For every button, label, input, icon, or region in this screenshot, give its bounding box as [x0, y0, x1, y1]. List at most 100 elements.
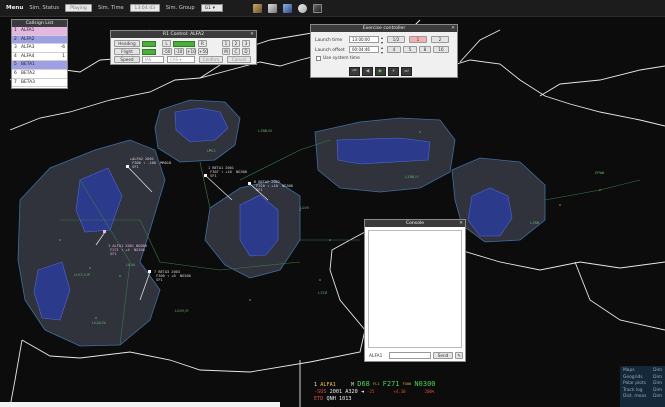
strip-flight-level: F271	[382, 380, 400, 388]
console-output	[368, 230, 462, 348]
skip-back-icon[interactable]: ⏮	[349, 67, 360, 76]
fl-minus50-button[interactable]: -50	[162, 48, 172, 55]
callsign-index: 2	[14, 36, 17, 42]
callsign-extra: -6	[60, 45, 65, 51]
menu-button[interactable]: Menu	[6, 5, 23, 11]
map-tools-panel: Maps Dim Geogrids Dim Polar plots Dim Track lo…	[620, 366, 665, 407]
sector-label: LKAA	[126, 262, 136, 267]
callsign-row[interactable]: 6 BETA2	[12, 69, 67, 79]
fl-key-c[interactable]: C	[232, 48, 240, 55]
speed-mode-select[interactable]: CAS ▾	[167, 56, 195, 63]
speed-half-button[interactable]: 1/2	[387, 36, 405, 43]
fl-plus10-button[interactable]: +10	[186, 48, 196, 55]
cancel-button[interactable]: Cancel	[227, 56, 251, 63]
flight-level-label: Flight Level	[114, 48, 140, 60]
sector-label: LOVV/E	[175, 308, 189, 313]
heading-right-button[interactable]: R	[198, 40, 207, 47]
heading-label: Heading	[114, 40, 140, 47]
sim-time-field: 13:04:43	[129, 4, 160, 12]
launch-offset-input[interactable]: 00:04:46	[349, 46, 379, 53]
heading-left-button[interactable]: L	[162, 40, 171, 47]
strip-cleared-level: FL1	[373, 382, 380, 386]
screen-tool-icon[interactable]	[312, 3, 322, 13]
speed-8x-button[interactable]: 8	[419, 46, 431, 53]
callsign-row[interactable]: 2 ALFA2	[12, 35, 67, 45]
callsign-row[interactable]: 1 ALFA1	[12, 27, 67, 36]
speed-4x-button[interactable]: 4	[387, 46, 401, 53]
plane-tool-icon[interactable]	[297, 3, 307, 13]
aircraft-label-alfa2[interactable]: ▸ALFA2 2002 F300 ↑ -100 MR018 SF1	[130, 157, 171, 170]
callsign-index: 6	[14, 70, 17, 76]
speed-1x-button[interactable]: 1	[409, 36, 427, 43]
speed-2x-button[interactable]: 2	[431, 36, 449, 43]
heading-value-box[interactable]	[142, 41, 156, 47]
radar-tool-icon[interactable]	[282, 3, 292, 13]
fl-minus10-button[interactable]: -10	[174, 48, 184, 55]
map-tool-value: Dim	[653, 394, 662, 400]
strip-row-3: ETD QNH 1013	[314, 395, 464, 403]
callsign-row[interactable]: 7 BETA3	[12, 78, 67, 88]
map-tool-row[interactable]: Dist. meas Dim	[623, 394, 662, 401]
fl-key-m[interactable]: M	[222, 48, 230, 55]
aircraft-label-beta2[interactable]: 6 BETA2 2002 F310 ↑ +10 NG300 SF1	[254, 180, 293, 193]
speed-button[interactable]: Speed	[114, 56, 140, 63]
pause-icon[interactable]: ⏸	[388, 67, 399, 76]
aircraft-label-beta3[interactable]: 7 BETA3 2003 F300 ↑ +0 NG300 SF1	[154, 270, 191, 283]
map-tool-name: Dist. meas	[623, 394, 647, 400]
aircraft-label-beta1[interactable]: 1 BETA1 2001 F307 ↑ +10 NG300 SF1	[208, 166, 247, 179]
callsign-row[interactable]: 5 BETA1	[12, 61, 67, 70]
forward-icon[interactable]: ⏭	[401, 67, 412, 76]
strip-requested-level: F300	[402, 382, 412, 386]
play-icon[interactable]: ▶	[375, 67, 386, 76]
console-input[interactable]	[389, 352, 431, 359]
confirm-button[interactable]: Confirm	[199, 56, 223, 63]
launch-offset-spinner-icon[interactable]: ▴ ▾	[381, 45, 383, 55]
callsign-row[interactable]: 3 ALFA3 -6	[12, 44, 67, 53]
callsign-row[interactable]: 4 ALFA4 1	[12, 52, 67, 62]
document-tool-icon[interactable]	[267, 3, 277, 13]
close-icon[interactable]: ✕	[250, 31, 254, 38]
fl-plus50-button[interactable]: +50	[198, 48, 208, 55]
close-icon[interactable]: ✕	[459, 220, 463, 227]
speed-5x-button[interactable]: 5	[403, 46, 417, 53]
launch-time-input[interactable]: 13:00:00	[349, 36, 379, 43]
speed-16x-button[interactable]: 16	[433, 46, 449, 53]
use-system-time-checkbox[interactable]	[316, 56, 321, 61]
close-icon[interactable]: ✕	[451, 25, 455, 32]
exercise-controller-panel: Exercise controller ✕ Launch time 13:00:0…	[310, 24, 458, 78]
heading-key-3[interactable]: 3	[242, 40, 250, 47]
sector-label: LHCC/UP	[74, 272, 91, 277]
r1-control-title: R1 Control: ALFA2 ✕	[111, 31, 256, 38]
speed-input[interactable]: IAS	[142, 56, 164, 63]
flight-level-button[interactable]: Flight Level	[114, 48, 140, 60]
callsign-list-rows: 1 ALFA1 2 ALFA2 3 ALFA3 -6 4 ALFA4 1 5 BETA1 6 BETA2 7…	[12, 27, 67, 88]
fl-key-d[interactable]: D	[242, 48, 250, 55]
console-clear-icon[interactable]: ✎	[455, 352, 463, 359]
flight-level-value-box[interactable]	[142, 49, 156, 55]
aircraft-label-alfa1[interactable]: 1 ALFA1 2001 NG000 F271 ↑ +4 NG300 SF1	[108, 244, 147, 257]
top-toolbar: Menu Sim. Status Playing Sim. Time 13:04…	[0, 0, 665, 17]
launch-time-spinner-icon[interactable]: ▴ ▾	[381, 35, 383, 45]
sim-status-field: Playing	[64, 4, 92, 12]
heading-key-2[interactable]: 2	[232, 40, 240, 47]
sim-group-select[interactable]: G1 ▾	[200, 4, 223, 12]
heading-input[interactable]	[173, 41, 195, 47]
callsign-index: 5	[14, 62, 17, 68]
heading-button[interactable]: Heading	[114, 40, 140, 47]
exercise-title-text: Exercise controller	[362, 26, 406, 31]
sector-label: LZBB/N	[258, 128, 272, 133]
heading-key-1[interactable]: 1	[222, 40, 230, 47]
callsign-name: ALFA4	[21, 53, 35, 59]
callsign-extra	[57, 36, 65, 44]
aircraft-tool-icon[interactable]	[252, 3, 262, 13]
step-back-icon[interactable]: ◀	[362, 67, 373, 76]
flight-strip[interactable]: 1 ALFA1 M D68 FL1 F271 F300 N0300 -SUS 2…	[314, 380, 464, 407]
map-tool-row[interactable]: Polar plots Dim	[623, 381, 662, 388]
callsign-index: 7	[14, 79, 17, 85]
map-tool-name: Polar plots	[623, 381, 646, 387]
console-send-button[interactable]: Send	[433, 352, 453, 359]
strip-qnh: QNH 1013	[326, 396, 352, 402]
map-tool-row[interactable]: Maps Dim	[623, 368, 662, 375]
callsign-extra	[57, 27, 65, 35]
bottom-status-strip	[0, 402, 280, 407]
